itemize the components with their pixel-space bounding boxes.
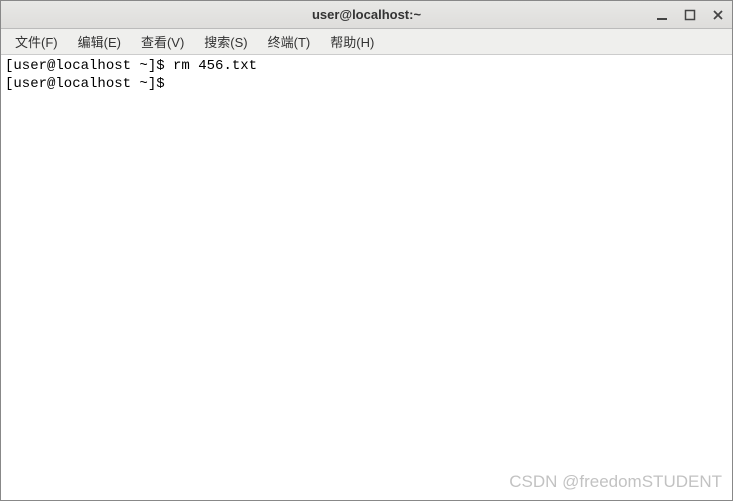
window-controls — [654, 7, 726, 23]
minimize-icon — [656, 9, 668, 21]
close-button[interactable] — [710, 7, 726, 23]
menu-help[interactable]: 帮助(H) — [322, 29, 382, 54]
menu-view[interactable]: 查看(V) — [133, 29, 192, 54]
maximize-icon — [684, 9, 696, 21]
minimize-button[interactable] — [654, 7, 670, 23]
window-title: user@localhost:~ — [1, 7, 732, 22]
menu-terminal[interactable]: 终端(T) — [260, 29, 319, 54]
window-titlebar: user@localhost:~ — [1, 1, 732, 29]
menu-search[interactable]: 搜索(S) — [196, 29, 255, 54]
terminal-area[interactable]: [user@localhost ~]$ rm 456.txt [user@loc… — [1, 55, 732, 500]
close-icon — [712, 9, 724, 21]
terminal-prompt: [user@localhost ~]$ — [5, 58, 173, 74]
menu-edit[interactable]: 编辑(E) — [70, 29, 129, 54]
maximize-button[interactable] — [682, 7, 698, 23]
terminal-command: rm 456.txt — [173, 58, 257, 74]
terminal-prompt: [user@localhost ~]$ — [5, 76, 173, 92]
menubar: 文件(F) 编辑(E) 查看(V) 搜索(S) 终端(T) 帮助(H) — [1, 29, 732, 55]
menu-file[interactable]: 文件(F) — [7, 29, 66, 54]
